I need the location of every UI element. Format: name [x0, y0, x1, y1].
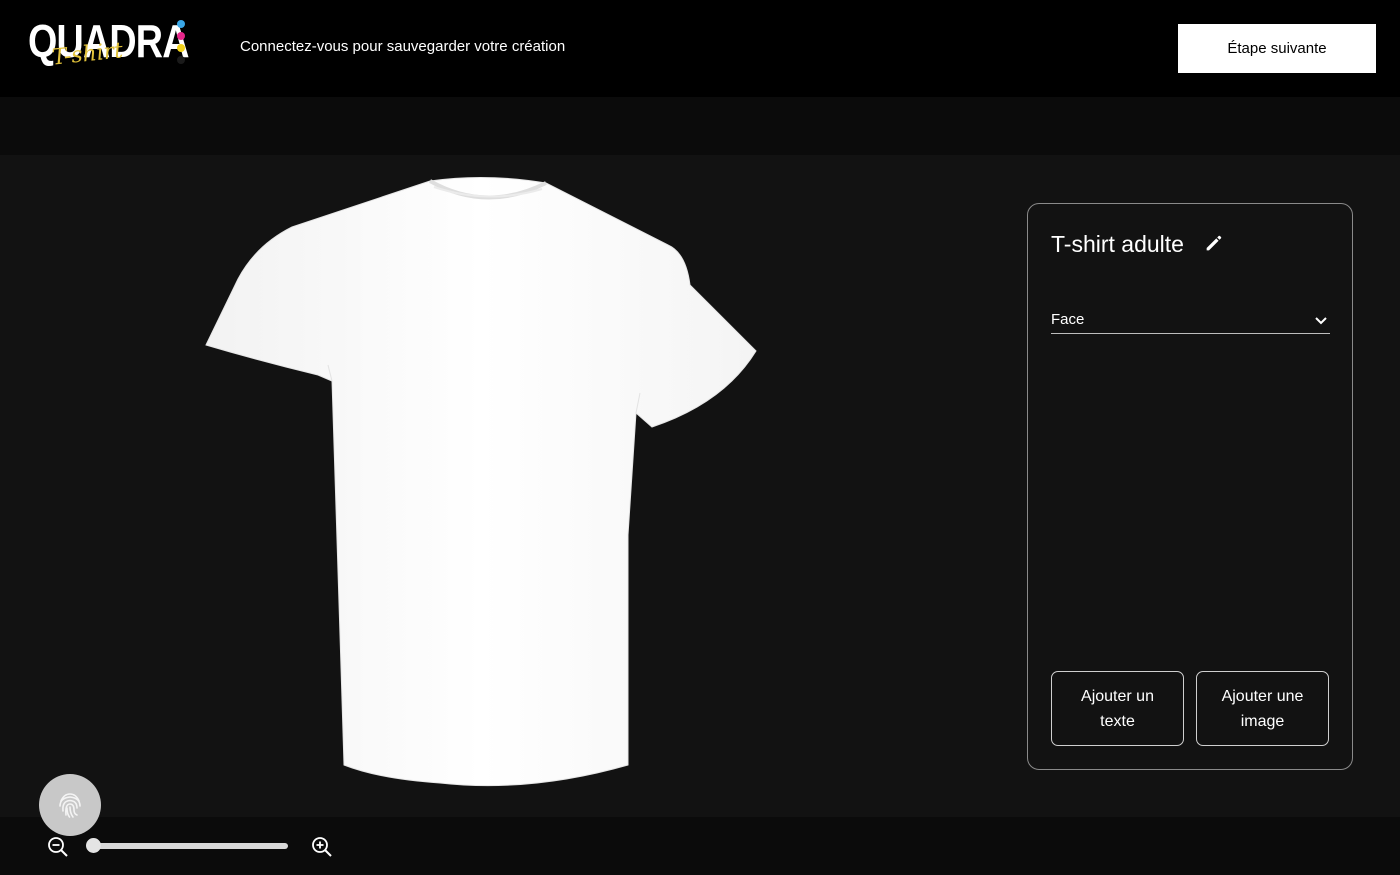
design-canvas[interactable]	[0, 155, 1000, 817]
next-step-button[interactable]: Étape suivante	[1178, 24, 1376, 73]
logo-dot-yellow	[177, 44, 185, 52]
zoom-bar	[0, 817, 1400, 875]
quadra-logo[interactable]: QUADRA T-shirt	[26, 18, 191, 76]
top-bar: QUADRA T-shirt Connectez-vous pour sauve…	[0, 0, 1400, 97]
toolbar-strip	[0, 97, 1400, 155]
zoom-in-icon[interactable]	[311, 836, 333, 858]
side-select[interactable]: Face	[1051, 308, 1330, 334]
chevron-down-icon	[1315, 317, 1327, 325]
zoom-slider-thumb[interactable]	[86, 838, 101, 853]
tshirt-mockup[interactable]	[200, 175, 766, 795]
signin-prompt-link[interactable]: Connectez-vous pour sauvegarder votre cr…	[240, 38, 565, 55]
logo-dot-magenta	[177, 32, 185, 40]
pencil-icon[interactable]	[1203, 232, 1225, 254]
fingerprint-button[interactable]	[39, 774, 101, 836]
product-panel: T-shirt adulte Face Ajouter un texte Ajo…	[1027, 203, 1353, 770]
zoom-out-icon[interactable]	[47, 836, 69, 858]
side-select-value: Face	[1051, 311, 1085, 328]
add-image-button[interactable]: Ajouter une image	[1196, 671, 1329, 746]
zoom-slider-track[interactable]	[92, 843, 288, 849]
product-title: T-shirt adulte	[1051, 231, 1184, 257]
logo-dot-black	[177, 56, 185, 64]
add-text-button[interactable]: Ajouter un texte	[1051, 671, 1184, 746]
fingerprint-icon	[59, 793, 81, 818]
logo-dot-blue	[177, 20, 185, 28]
